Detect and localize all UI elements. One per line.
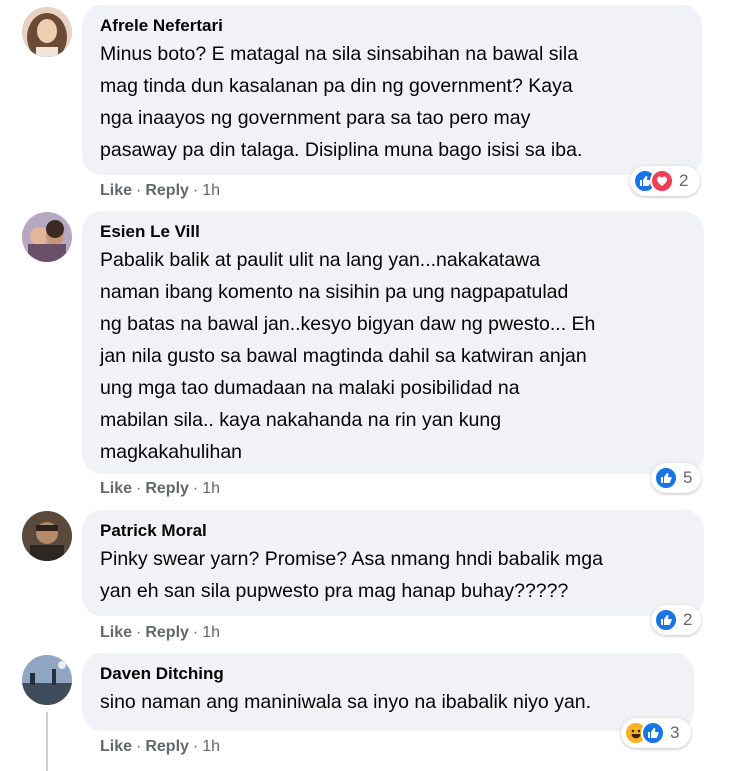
reply-button[interactable]: Reply <box>145 480 189 497</box>
comment-time[interactable]: 1h <box>202 182 220 199</box>
comment-text: sino naman ang maniniwala sa inyo na iba… <box>100 691 592 713</box>
avatar[interactable] <box>22 212 72 262</box>
comment-text: Pinky swear yarn? Promise? Asa nmang hnd… <box>100 548 603 602</box>
comment-author[interactable]: Esien Le Vill <box>100 221 686 243</box>
reaction-count: 2 <box>679 171 689 190</box>
comment-time[interactable]: 1h <box>202 624 220 641</box>
comment-text: Minus boto? E matagal na sila sinsabihan… <box>100 43 583 161</box>
avatar[interactable] <box>22 7 72 57</box>
comment-bubble: Esien Le Vill Pabalik balik at paulit ul… <box>82 211 704 474</box>
comment-text: Pabalik balik at paulit ulit na lang yan… <box>100 249 596 463</box>
like-button[interactable]: Like <box>100 182 132 199</box>
like-button[interactable]: Like <box>100 624 132 641</box>
comment-time[interactable]: 1h <box>202 480 220 497</box>
comment-author[interactable]: Afrele Nefertari <box>100 15 684 37</box>
reply-button[interactable]: Reply <box>145 182 189 199</box>
comment-actions: Like · Reply · 1h <box>100 738 221 755</box>
reactions-summary[interactable]: 2 <box>630 166 700 196</box>
reactions-summary[interactable]: 5 <box>651 463 701 493</box>
reply-button[interactable]: Reply <box>145 738 189 755</box>
love-reaction-icon <box>650 169 674 193</box>
comment-bubble: Afrele Nefertari Minus boto? E matagal n… <box>82 5 702 175</box>
comment-author[interactable]: Patrick Moral <box>100 520 686 542</box>
reply-thread-line <box>46 712 48 771</box>
like-button[interactable]: Like <box>100 738 132 755</box>
comment-bubble: Patrick Moral Pinky swear yarn? Promise?… <box>82 510 704 616</box>
reaction-count: 3 <box>670 723 680 742</box>
comment-actions: Like · Reply · 1h <box>100 182 221 199</box>
comment-actions: Like · Reply · 1h <box>100 480 221 497</box>
comment-time[interactable]: 1h <box>202 738 220 755</box>
avatar[interactable] <box>22 655 72 705</box>
avatar[interactable] <box>22 511 72 561</box>
reactions-summary[interactable]: 2 <box>651 605 701 635</box>
comment-author[interactable]: Daven Ditching <box>100 663 676 685</box>
comment-actions: Like · Reply · 1h <box>100 624 221 641</box>
reply-button[interactable]: Reply <box>145 624 189 641</box>
like-reaction-icon <box>654 608 678 632</box>
comment-bubble: Daven Ditching sino naman ang maniniwala… <box>82 653 694 731</box>
like-reaction-icon <box>641 721 665 745</box>
reaction-count: 5 <box>683 468 693 487</box>
like-reaction-icon <box>654 466 678 490</box>
reaction-count: 2 <box>683 610 693 629</box>
reactions-summary[interactable]: 3 <box>621 718 691 748</box>
like-button[interactable]: Like <box>100 480 132 497</box>
